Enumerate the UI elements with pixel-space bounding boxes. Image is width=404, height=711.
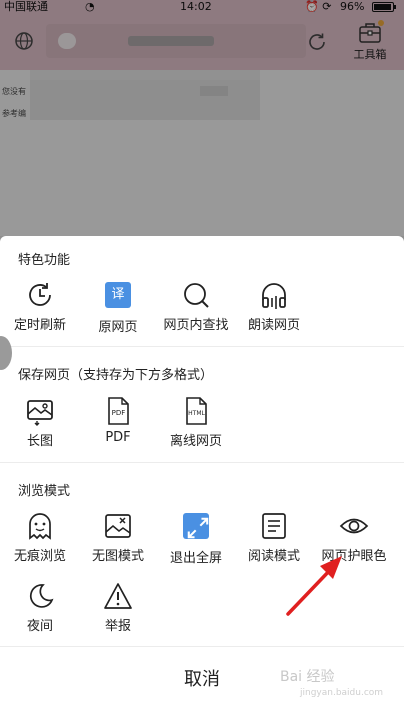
eye-icon <box>339 511 369 541</box>
save-pdf-button[interactable]: PDF PDF <box>78 396 158 456</box>
save-offline-page-button[interactable]: HTML 离线网页 <box>156 396 236 456</box>
reader-mode-button[interactable]: 阅读模式 <box>234 511 314 571</box>
no-image-icon <box>103 511 133 541</box>
pdf-file-icon: PDF <box>103 396 133 426</box>
read-aloud-button[interactable]: 朗读网页 <box>234 280 314 340</box>
no-image-mode-button[interactable]: 无图模式 <box>78 511 158 571</box>
cancel-button[interactable]: 取消 <box>0 646 404 711</box>
long-image-icon <box>25 396 55 426</box>
browser-background: 中国联通 ◔ 14:02 ⏰ ⟳ 96% 工具箱 您没有 参考编 <box>0 0 404 236</box>
item-label: PDF <box>105 430 131 445</box>
section-title-browse: 浏览模式 <box>18 484 71 499</box>
item-label: 无痕浏览 <box>13 549 66 564</box>
item-label: 长图 <box>26 434 53 449</box>
eye-care-color-button[interactable]: 网页护眼色 <box>314 511 394 571</box>
divider <box>0 346 404 347</box>
night-mode-button[interactable]: 夜间 <box>0 581 80 641</box>
ghost-icon <box>25 511 55 541</box>
search-icon <box>181 280 211 310</box>
item-label: 夜间 <box>26 619 53 634</box>
section-title-special: 特色功能 <box>18 253 71 268</box>
incognito-button[interactable]: 无痕浏览 <box>0 511 80 571</box>
tools-bottom-sheet: 特色功能 定时刷新 译 原网页 网页内查找 朗读网页 保存网页（支持存为下方多格… <box>0 236 404 711</box>
watermark: Bai 经验 <box>280 669 335 685</box>
translate-icon: 译 <box>103 282 133 312</box>
headphones-icon <box>259 280 289 310</box>
timed-refresh-button[interactable]: 定时刷新 <box>0 280 80 340</box>
item-label: 退出全屏 <box>169 551 222 566</box>
warning-icon <box>103 581 133 611</box>
original-page-button[interactable]: 译 原网页 <box>78 280 158 340</box>
item-label: 朗读网页 <box>247 318 300 333</box>
svg-text:HTML: HTML <box>188 410 205 417</box>
dim-overlay[interactable] <box>0 0 404 236</box>
moon-icon <box>25 581 55 611</box>
exit-fullscreen-icon <box>181 513 211 543</box>
item-label: 原网页 <box>98 320 138 335</box>
clock-icon <box>25 280 55 310</box>
save-long-image-button[interactable]: 长图 <box>0 396 80 456</box>
watermark-url: jingyan.baidu.com <box>300 688 384 698</box>
report-button[interactable]: 举报 <box>78 581 158 641</box>
item-label: 网页内查找 <box>163 318 229 333</box>
item-label: 网页护眼色 <box>321 549 387 564</box>
exit-fullscreen-button[interactable]: 退出全屏 <box>156 511 236 571</box>
svg-text:PDF: PDF <box>112 409 126 417</box>
find-in-page-button[interactable]: 网页内查找 <box>156 280 236 340</box>
item-label: 阅读模式 <box>247 549 300 564</box>
html-file-icon: HTML <box>181 396 211 426</box>
divider <box>0 462 404 463</box>
item-label: 离线网页 <box>169 434 222 449</box>
item-label: 举报 <box>104 619 131 634</box>
item-label: 定时刷新 <box>13 318 66 333</box>
reader-icon <box>259 511 289 541</box>
item-label: 无图模式 <box>91 549 144 564</box>
section-title-save: 保存网页（支持存为下方多格式） <box>18 368 214 383</box>
